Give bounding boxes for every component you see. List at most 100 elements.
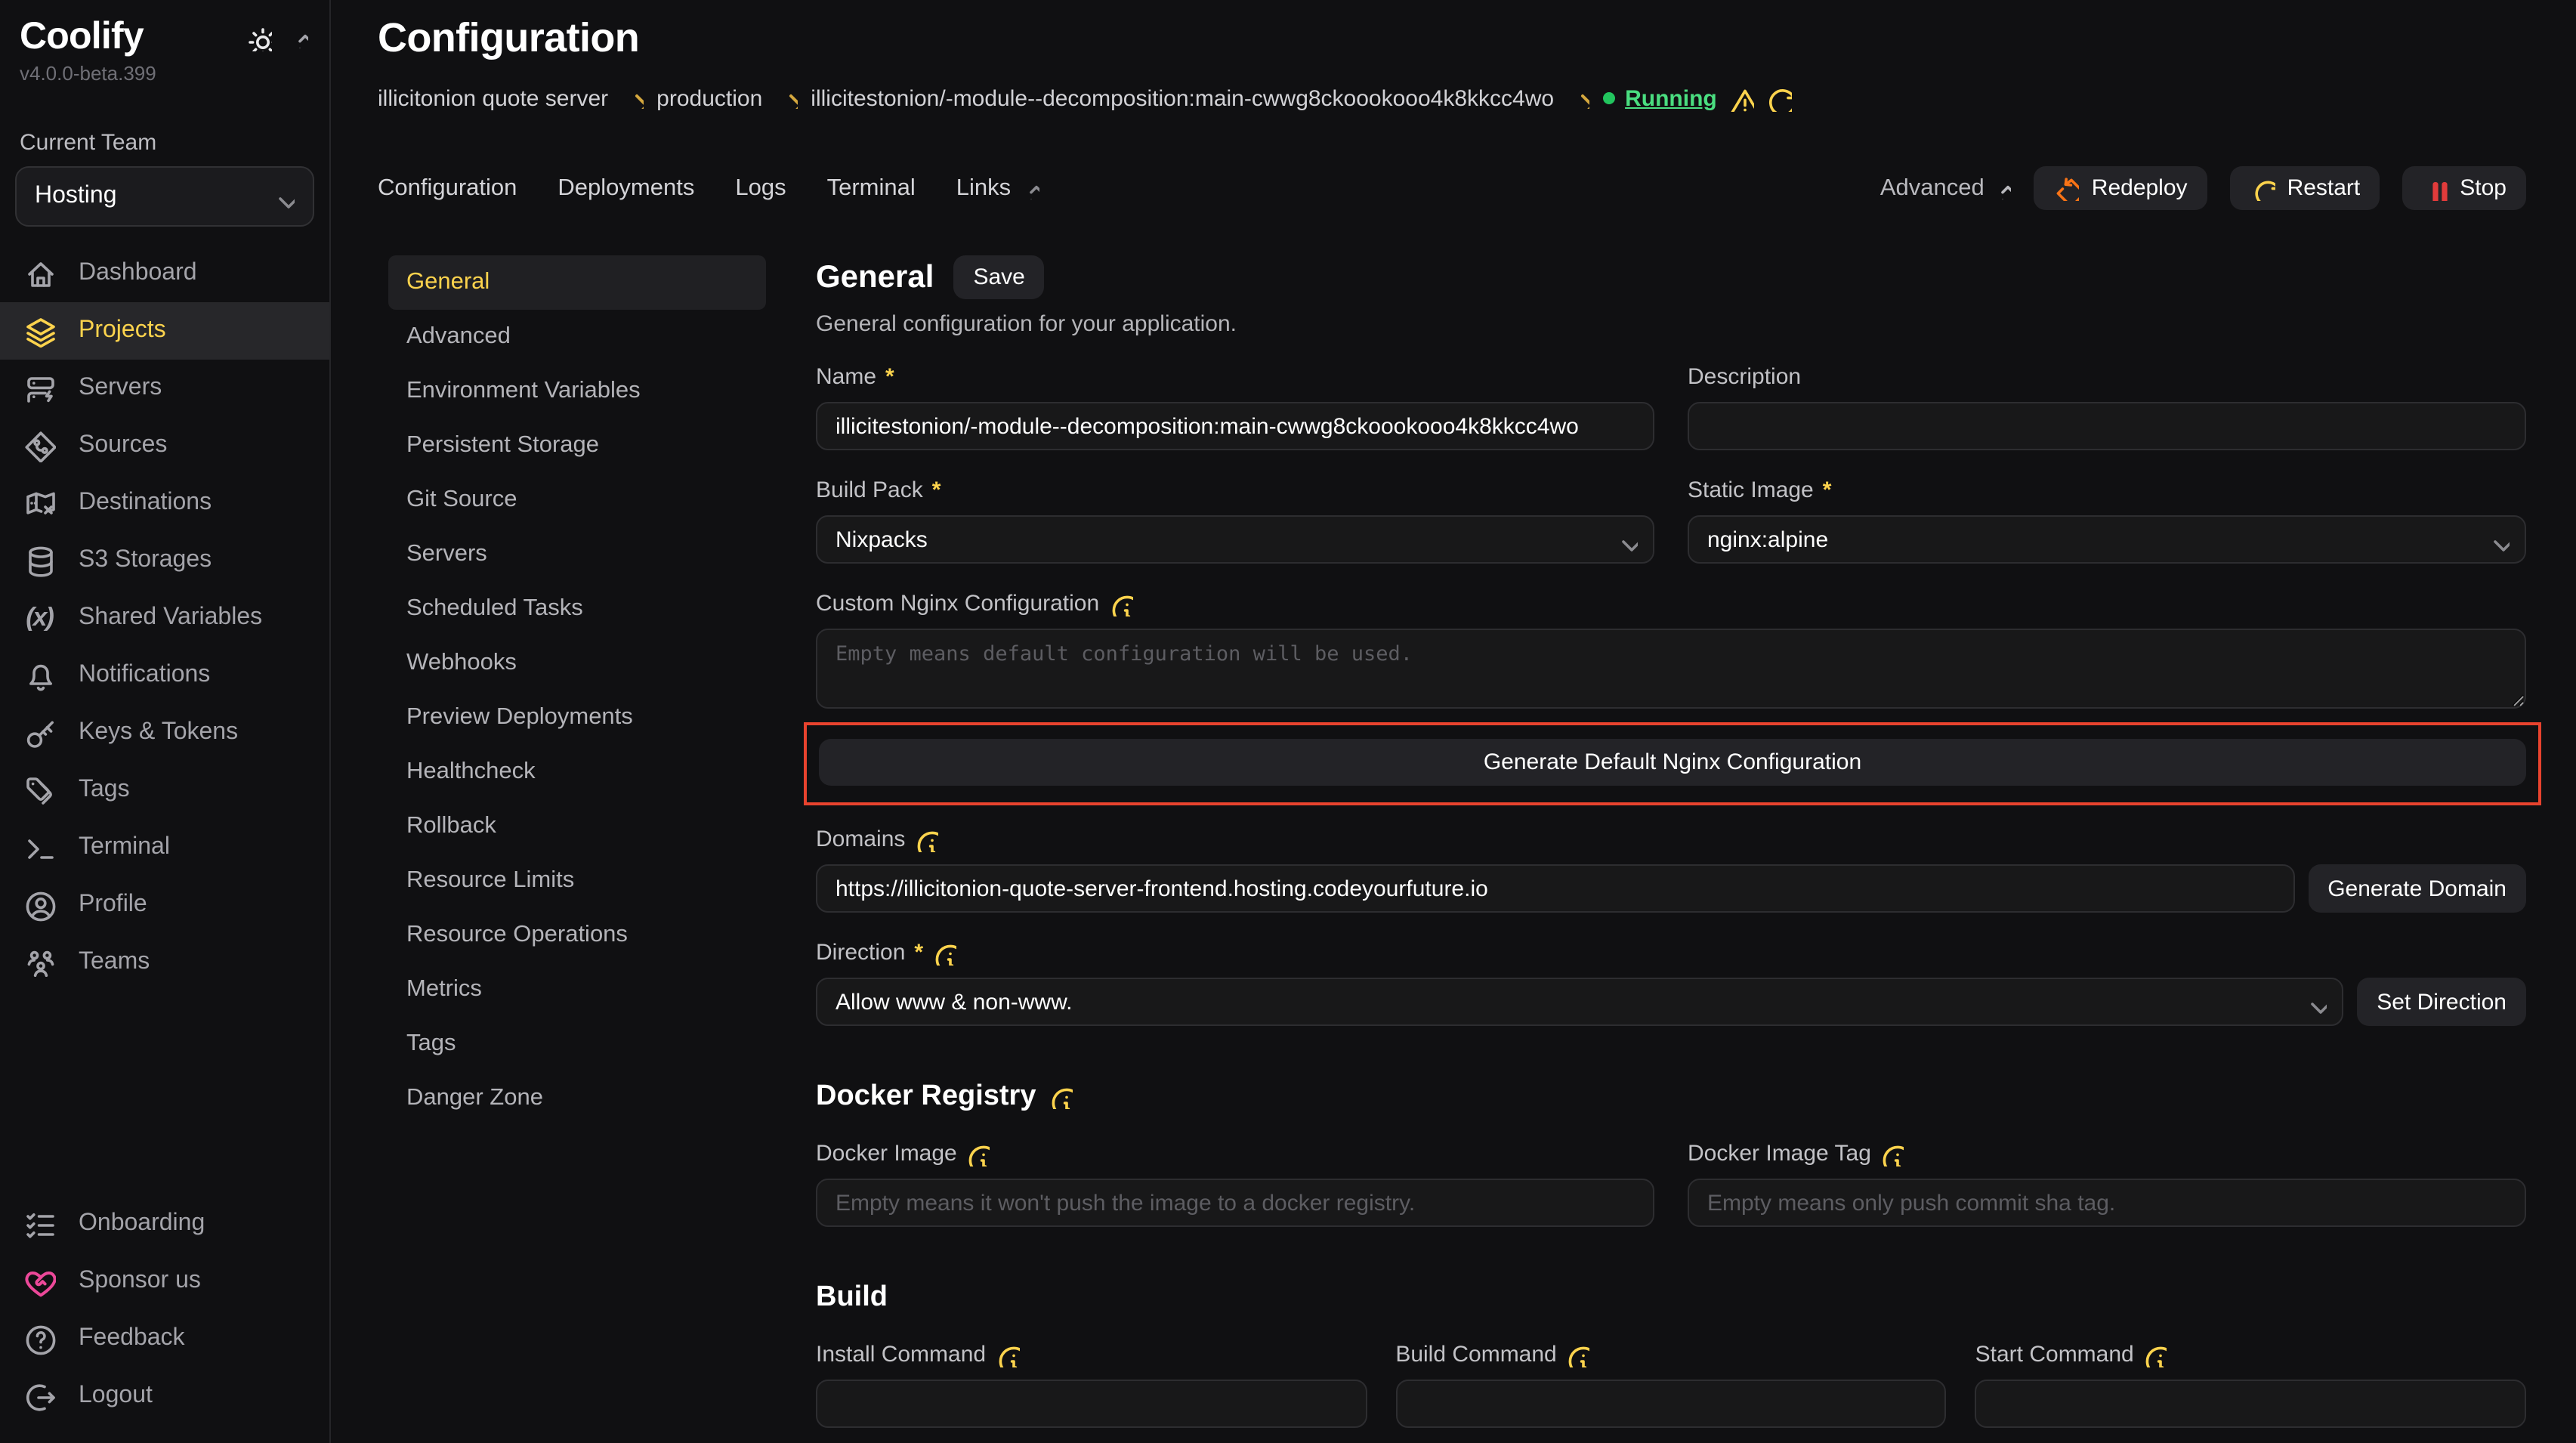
key-icon [23,716,56,749]
info-icon[interactable] [1566,1343,1590,1367]
sidebar-item-projects[interactable]: Projects [0,302,329,360]
main-content: Configuration illicitonion quote server … [331,0,2576,1443]
docker-image-tag-field[interactable] [1688,1179,2526,1227]
stop-button[interactable]: Stop [2402,166,2526,210]
sidebar-item-onboarding[interactable]: Onboarding [0,1195,329,1253]
static-image-label: Static Image* [1688,477,2526,503]
subnav-item-danger-zone[interactable]: Danger Zone [388,1071,766,1126]
database-icon [23,544,56,577]
sidebar-item-label: Keys & Tokens [79,719,238,746]
sidebar-item-label: Onboarding [79,1210,205,1238]
subnav-item-git-source[interactable]: Git Source [388,473,766,527]
variables-icon: (x) [23,603,56,633]
static-image-select[interactable] [1688,515,2526,564]
subnav-item-scheduled-tasks[interactable]: Scheduled Tasks [388,582,766,636]
sidebar-item-terminal[interactable]: Terminal [0,819,329,876]
breadcrumb-application[interactable]: illicitestonion/-module--decomposition:m… [811,85,1554,111]
subnav-item-webhooks[interactable]: Webhooks [388,636,766,691]
subnav-item-servers[interactable]: Servers [388,527,766,582]
annotation-highlight-box: Generate Default Nginx Configuration [804,722,2541,805]
sidebar-item-tags[interactable]: Tags [0,762,329,819]
chevron-right-icon [1568,88,1589,109]
start-command-field[interactable] [1975,1380,2526,1428]
tab-configuration[interactable]: Configuration [378,175,517,202]
subnav-item-general[interactable]: General [388,255,766,310]
info-icon[interactable] [1108,592,1132,616]
build-pack-select[interactable] [816,515,1654,564]
breadcrumb-project[interactable]: illicitonion quote server [378,85,608,111]
sidebar-item-profile[interactable]: Profile [0,876,329,934]
redeploy-button[interactable]: Redeploy [2034,166,2207,210]
section-title-docker-registry: Docker Registry [816,1080,1036,1114]
required-marker: * [914,940,923,966]
sidebar-item-s3-storages[interactable]: S3 Storages [0,532,329,589]
info-icon[interactable] [914,827,938,851]
layers-icon [23,314,56,348]
sidebar-item-sponsor-us[interactable]: Sponsor us [0,1253,329,1310]
generate-nginx-config-button[interactable]: Generate Default Nginx Configuration [819,739,2526,786]
subnav-item-advanced[interactable]: Advanced [388,310,766,364]
name-field[interactable] [816,402,1654,450]
save-button[interactable]: Save [953,255,1044,299]
build-pack-value[interactable] [816,515,1654,564]
sidebar-item-label: Feedback [79,1325,185,1352]
sidebar-item-teams[interactable]: Teams [0,934,329,991]
info-icon[interactable] [1048,1085,1072,1109]
build-command-field[interactable] [1395,1380,1946,1428]
sidebar-item-servers[interactable]: Servers [0,360,329,417]
subnav-item-metrics[interactable]: Metrics [388,963,766,1017]
sidebar-item-destinations[interactable]: Destinations [0,474,329,532]
domains-field[interactable] [816,864,2294,913]
info-icon[interactable] [966,1142,990,1166]
warning-icon[interactable] [1728,85,1755,112]
restart-button[interactable]: Restart [2230,166,2380,210]
app-title: Coolify [20,15,144,59]
sidebar-item-shared-variables[interactable]: (x)Shared Variables [0,589,329,647]
sidebar-item-keys-tokens[interactable]: Keys & Tokens [0,704,329,762]
subnav-item-resource-operations[interactable]: Resource Operations [388,908,766,963]
coolify-app: Coolify v4.0.0-beta.399 Current Team Hos… [0,0,2576,1443]
direction-value[interactable] [816,978,2343,1026]
theme-toggle-sun-icon[interactable] [245,23,272,51]
sidebar-item-notifications[interactable]: Notifications [0,647,329,704]
advanced-dropdown[interactable]: Advanced [1880,175,2012,202]
user-circle-icon [23,888,56,922]
docker-image-field[interactable] [816,1179,1654,1227]
reload-icon[interactable] [1765,85,1793,112]
sidebar-item-sources[interactable]: Sources [0,417,329,474]
help-circle-icon [23,1322,56,1355]
subnav-item-tags[interactable]: Tags [388,1017,766,1071]
install-command-field[interactable] [816,1380,1367,1428]
info-icon[interactable] [1880,1142,1904,1166]
tab-logs[interactable]: Logs [735,175,786,202]
info-icon[interactable] [995,1343,1019,1367]
sidebar-item-feedback[interactable]: Feedback [0,1310,329,1367]
info-icon[interactable] [932,941,956,965]
subnav-item-environment-variables[interactable]: Environment Variables [388,364,766,419]
tab-links[interactable]: Links [956,175,1039,202]
subnav-item-resource-limits[interactable]: Resource Limits [388,854,766,908]
info-icon[interactable] [2143,1343,2167,1367]
direction-select[interactable] [816,978,2343,1026]
custom-nginx-textarea[interactable] [816,629,2526,709]
redeploy-icon [2054,175,2080,201]
git-source-icon [23,429,56,462]
chevrons-up-down-icon[interactable] [287,26,308,48]
description-field[interactable] [1688,402,2526,450]
subnav-item-preview-deployments[interactable]: Preview Deployments [388,691,766,745]
static-image-value[interactable] [1688,515,2526,564]
generate-domain-button[interactable]: Generate Domain [2308,864,2526,913]
status-running-link[interactable]: Running [1625,85,1717,111]
breadcrumb-environment[interactable]: production [656,85,762,111]
subnav-item-healthcheck[interactable]: Healthcheck [388,745,766,799]
team-select[interactable]: Hosting [15,166,314,227]
sidebar-item-dashboard[interactable]: Dashboard [0,245,329,302]
sidebar-item-logout[interactable]: Logout [0,1367,329,1425]
set-direction-button[interactable]: Set Direction [2357,978,2526,1026]
subnav-item-persistent-storage[interactable]: Persistent Storage [388,419,766,473]
tab-terminal[interactable]: Terminal [827,175,916,202]
tags-icon [23,774,56,807]
tab-deployments[interactable]: Deployments [558,175,694,202]
map-icon [23,487,56,520]
subnav-item-rollback[interactable]: Rollback [388,799,766,854]
